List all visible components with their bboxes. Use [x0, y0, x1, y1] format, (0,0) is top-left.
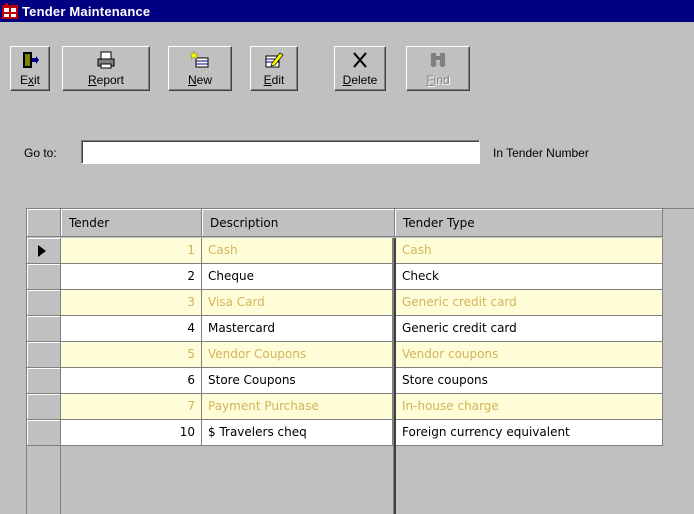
row-indicator[interactable]	[27, 420, 61, 446]
table-row[interactable]: 2 Cheque Check	[27, 264, 694, 290]
new-record-icon	[190, 50, 209, 68]
app-icon	[2, 3, 18, 19]
row-indicator[interactable]	[27, 290, 61, 316]
cell-description[interactable]: Visa Card	[202, 290, 393, 316]
new-button[interactable]: New	[168, 46, 232, 91]
row-indicator[interactable]	[27, 394, 61, 420]
table-row[interactable]: 7 Payment Purchase In-house charge	[27, 394, 694, 420]
table-row[interactable]: 3 Visa Card Generic credit card	[27, 290, 694, 316]
edit-label: Edit	[263, 73, 285, 87]
cell-tender-type[interactable]: Store coupons	[396, 368, 663, 394]
cell-tender-type[interactable]: Foreign currency equivalent	[396, 420, 663, 446]
current-row-arrow-icon	[38, 245, 46, 257]
row-indicator[interactable]	[27, 238, 61, 264]
goto-label: Go to:	[24, 146, 57, 160]
row-indicator[interactable]	[27, 316, 61, 342]
tender-grid[interactable]: Tender Description Tender Type 1 Cash Cash…	[26, 208, 694, 514]
new-label: New	[187, 73, 212, 87]
goto-field-suffix: In Tender Number	[493, 146, 589, 160]
cell-tender-type[interactable]: Check	[396, 264, 663, 290]
cell-tender[interactable]: 4	[61, 316, 202, 342]
window-title: Tender Maintenance	[22, 3, 151, 19]
column-header-tender[interactable]: Tender	[61, 209, 202, 237]
report-button[interactable]: Report	[62, 46, 150, 91]
cell-tender-type[interactable]: Generic credit card	[396, 316, 663, 342]
cell-tender[interactable]: 6	[61, 368, 202, 394]
edit-button[interactable]: Edit	[250, 46, 298, 91]
column-divider	[393, 238, 396, 514]
cell-description[interactable]: $ Travelers cheq	[202, 420, 393, 446]
cell-tender-type[interactable]: In-house charge	[396, 394, 663, 420]
cell-tender[interactable]: 2	[61, 264, 202, 290]
grid-corner-header	[27, 209, 61, 237]
cell-tender[interactable]: 3	[61, 290, 202, 316]
row-indicator[interactable]	[27, 264, 61, 290]
cell-description[interactable]: Cash	[202, 238, 393, 264]
toolbar: Exit Report New Edit Delete Find	[0, 22, 694, 106]
exit-button[interactable]: Exit	[10, 46, 50, 91]
exit-door-icon	[23, 52, 39, 68]
cell-tender[interactable]: 1	[61, 238, 202, 264]
table-row[interactable]: 10 $ Travelers cheq Foreign currency equiv…	[27, 420, 694, 446]
delete-x-icon	[353, 52, 367, 68]
table-row[interactable]: 4 Mastercard Generic credit card	[27, 316, 694, 342]
cell-tender-type[interactable]: Cash	[396, 238, 663, 264]
cell-tender[interactable]: 5	[61, 342, 202, 368]
cell-tender-type[interactable]: Generic credit card	[396, 290, 663, 316]
cell-description[interactable]: Payment Purchase	[202, 394, 393, 420]
cell-description[interactable]: Store Coupons	[202, 368, 393, 394]
table-row[interactable]: 5 Vendor Coupons Vendor coupons	[27, 342, 694, 368]
delete-button[interactable]: Delete	[334, 46, 386, 91]
goto-input[interactable]	[81, 140, 480, 164]
cell-tender[interactable]: 7	[61, 394, 202, 420]
row-indicator[interactable]	[27, 342, 61, 368]
table-row[interactable]: 6 Store Coupons Store coupons	[27, 368, 694, 394]
find-label: Find	[426, 73, 450, 87]
row-indicator-empty	[27, 446, 61, 514]
find-button[interactable]: Find	[406, 46, 470, 91]
printer-icon	[97, 51, 115, 69]
column-header-tender-type[interactable]: Tender Type	[395, 209, 663, 237]
exit-label: Exit	[19, 73, 40, 87]
delete-label: Delete	[342, 73, 378, 87]
report-label: Report	[87, 73, 125, 87]
cell-description[interactable]: Vendor Coupons	[202, 342, 393, 368]
cell-tender-type[interactable]: Vendor coupons	[396, 342, 663, 368]
title-bar: Tender Maintenance	[0, 0, 694, 22]
edit-record-icon	[265, 52, 284, 68]
cell-description[interactable]: Cheque	[202, 264, 393, 290]
cell-description[interactable]: Mastercard	[202, 316, 393, 342]
column-header-description[interactable]: Description	[202, 209, 395, 237]
binoculars-icon	[430, 53, 446, 67]
row-indicator[interactable]	[27, 368, 61, 394]
table-row[interactable]: 1 Cash Cash	[27, 238, 694, 264]
cell-tender[interactable]: 10	[61, 420, 202, 446]
